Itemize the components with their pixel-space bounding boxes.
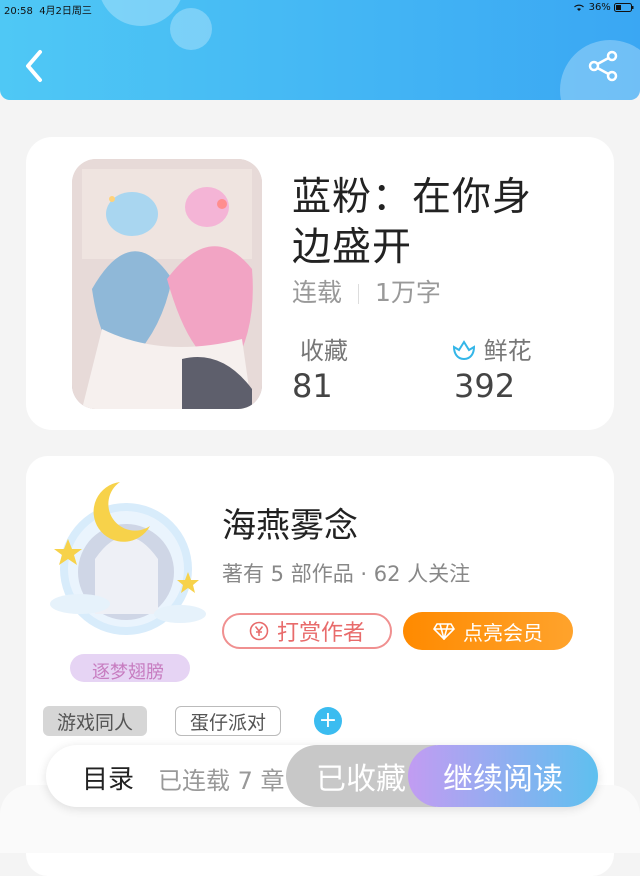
book-cover-image[interactable] bbox=[72, 159, 262, 409]
chapter-count: 已连载 7 章 bbox=[158, 767, 285, 795]
diamond-icon bbox=[433, 623, 455, 640]
status-time: 20:58 4月2日周三 bbox=[4, 6, 92, 17]
book-status-line: 连载 1万字 bbox=[292, 273, 441, 309]
battery-icon bbox=[614, 2, 634, 12]
favorites-value: 81 bbox=[292, 367, 333, 405]
flower-icon bbox=[452, 340, 476, 361]
cover-illustration bbox=[72, 159, 262, 409]
serial-status: 连载 bbox=[292, 278, 343, 307]
avatar-frame bbox=[50, 482, 206, 682]
back-button[interactable] bbox=[18, 46, 50, 86]
yen-coin-icon bbox=[249, 621, 269, 641]
plus-icon: + bbox=[318, 708, 338, 733]
author-meta: 著有 5 部作品 · 62 人关注 bbox=[222, 562, 471, 586]
wifi-icon bbox=[574, 4, 585, 11]
author-avatar[interactable]: 逐梦翅膀 bbox=[40, 464, 216, 689]
word-count: 1万字 bbox=[375, 278, 441, 307]
decor-bubble bbox=[170, 8, 212, 50]
author-name[interactable]: 海燕雾念 bbox=[222, 498, 358, 547]
chevron-left-icon bbox=[26, 50, 42, 82]
continue-reading-button[interactable]: 继续阅读 bbox=[408, 745, 598, 807]
tag-eggy-party[interactable]: 蛋仔派对 bbox=[175, 706, 282, 736]
add-tag-button[interactable]: + bbox=[314, 707, 342, 735]
bottom-action-bar: 目录 已连载 7 章 已收藏 继续阅读 bbox=[46, 745, 598, 807]
author-badge-text: 逐梦翅膀 bbox=[92, 662, 164, 683]
tag-game-fanfic[interactable]: 游戏同人 bbox=[43, 706, 148, 736]
flowers-label: 鲜花 bbox=[452, 331, 532, 366]
status-battery: 36% bbox=[573, 2, 634, 13]
share-icon bbox=[588, 50, 618, 82]
flowers-value: 392 bbox=[454, 367, 516, 405]
toc-button[interactable]: 目录 bbox=[82, 759, 134, 796]
share-button[interactable] bbox=[588, 50, 620, 82]
header-bar: 20:58 4月2日周三 36% bbox=[0, 0, 640, 100]
activate-vip-button[interactable]: 点亮会员 bbox=[403, 612, 573, 650]
book-info-card: 蓝粉：在你身 边盛开 连载 1万字 收藏 81 鲜花 392 bbox=[26, 137, 614, 430]
book-title: 蓝粉：在你身 边盛开 bbox=[292, 175, 533, 270]
tip-author-button[interactable]: 打赏作者 bbox=[222, 613, 392, 649]
favorites-label: 收藏 bbox=[300, 337, 348, 365]
